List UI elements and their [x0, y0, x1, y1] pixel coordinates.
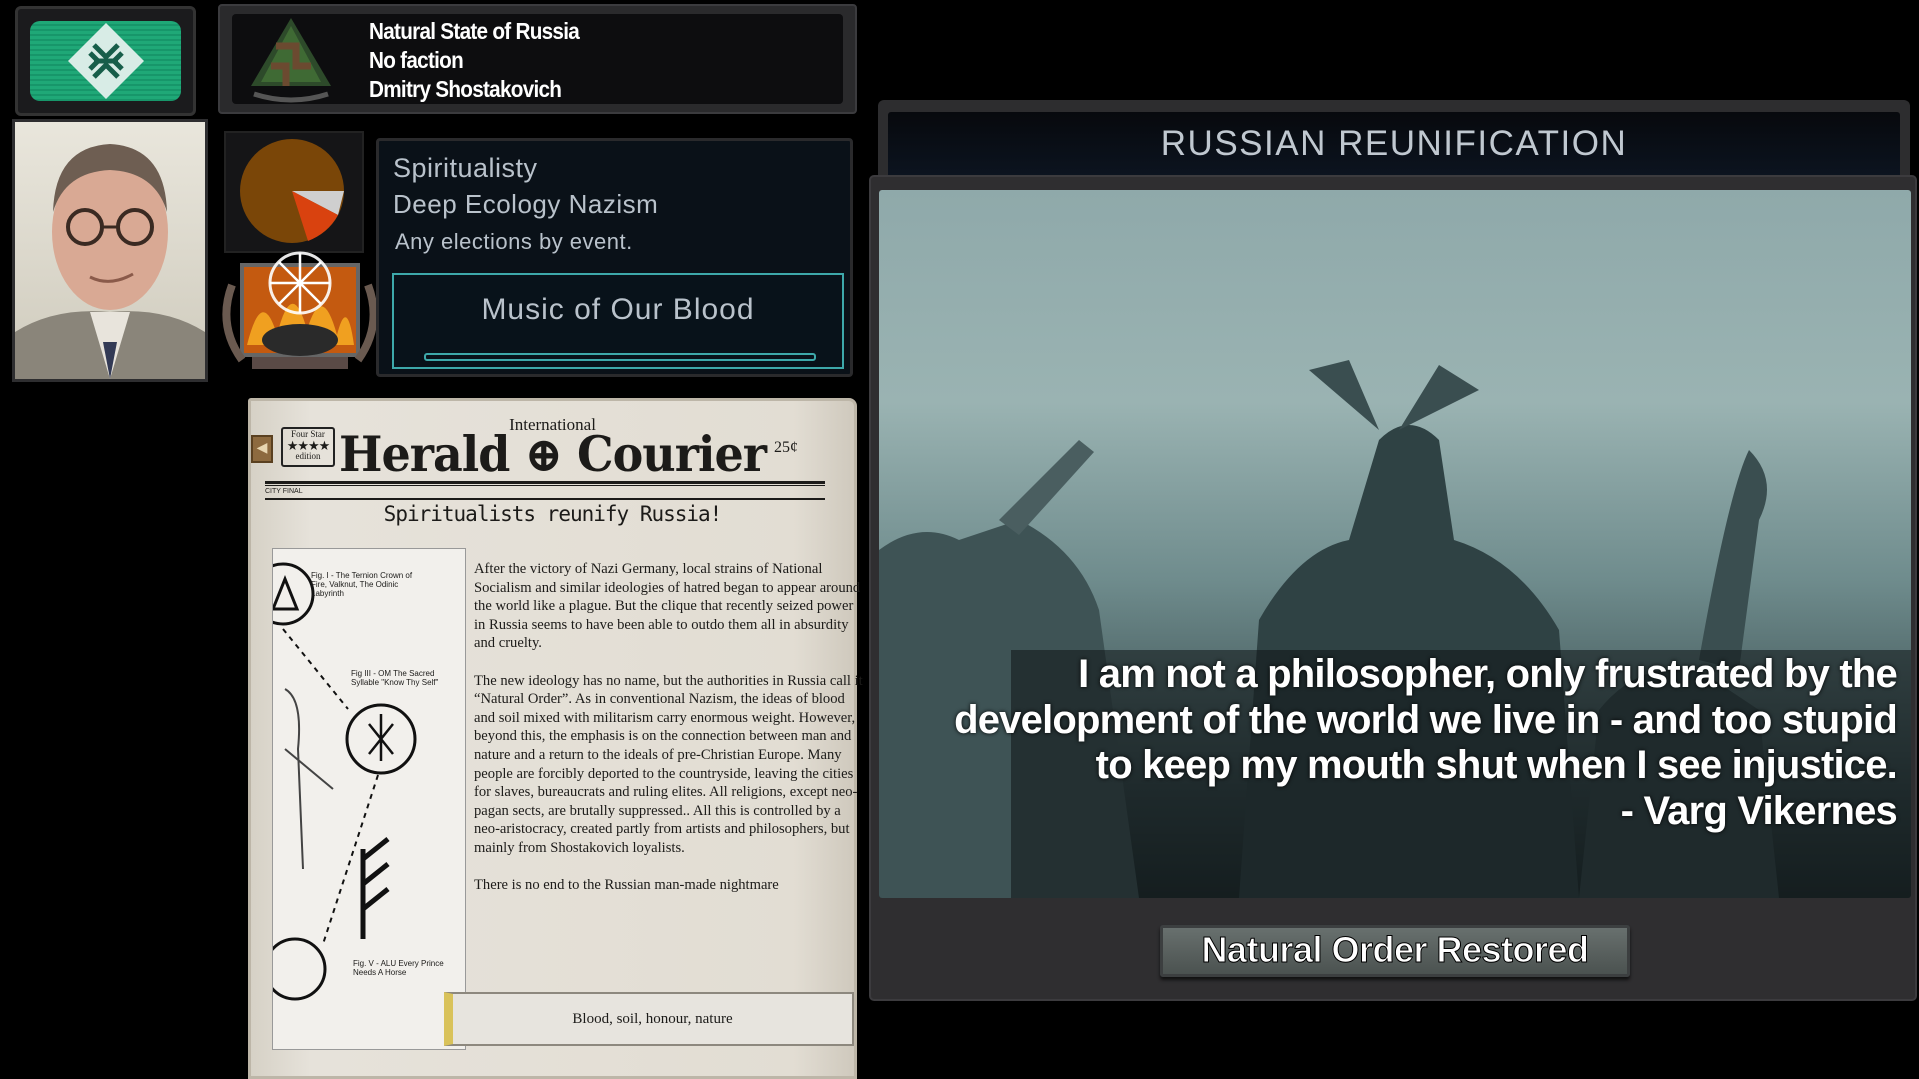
headline-rule	[265, 498, 825, 500]
event-header: RUSSIAN REUNIFICATION	[878, 100, 1910, 178]
leader-name: Dmitry Shostakovich	[369, 76, 562, 102]
national-spirit-button[interactable]: Music of Our Blood	[392, 273, 844, 369]
figure-caption-5: Fig. V - ALU Every Prince Needs A Horse	[353, 959, 444, 977]
ideology-name: Deep Ecology Nazism	[393, 189, 659, 219]
masthead-rule-thin	[265, 485, 825, 486]
party-emblem-icon	[251, 18, 331, 103]
event-quote: I am not a philosopher, only frustrated …	[954, 652, 1898, 833]
ideology-panel: Spiritualisty Deep Ecology Nazism Any el…	[376, 138, 853, 377]
party-popularity-pie[interactable]	[224, 131, 364, 253]
country-flag[interactable]	[15, 6, 196, 116]
masthead-rule	[265, 481, 825, 484]
article-body: After the victory of Nazi Germany, local…	[474, 561, 863, 894]
national-spirit-emblem[interactable]	[212, 245, 388, 375]
leader-portrait-image	[15, 144, 205, 379]
rune-illustration: Fig. I - The Ternion Crown of Fire, Valk…	[251, 548, 466, 1050]
leader-portrait[interactable]	[12, 119, 208, 382]
headline: Spiritualists reunify Russia!	[383, 502, 723, 526]
city-final: CITY FINAL	[265, 488, 303, 495]
newspaper-event: ◀ Four Star ★★★★ edition International H…	[248, 398, 863, 1079]
figure-caption-1: Fig. I - The Ternion Crown of Fire, Valk…	[311, 571, 413, 598]
event-title: RUSSIAN REUNIFICATION	[888, 112, 1900, 178]
event-picture: I am not a philosopher, only frustrated …	[879, 190, 1911, 898]
event-window: I am not a philosopher, only frustrated …	[869, 175, 1917, 1001]
election-info: Any elections by event.	[395, 229, 633, 254]
figure-caption-3: Fig III - OM The Sacred Syllable "Know T…	[351, 669, 439, 687]
rune-diamond-icon	[67, 23, 144, 99]
masthead: Herald ⊕ Courier	[339, 425, 767, 483]
fire-violin-sun-icon	[222, 251, 378, 369]
national-spirit-bar	[424, 353, 816, 361]
country-name: Natural State of Russia	[369, 18, 580, 44]
faction-name: No faction	[369, 47, 464, 73]
price: 25¢	[774, 439, 798, 456]
country-info-panel: Natural State of Russia No faction Dmitr…	[218, 4, 857, 114]
national-spirit-label: Music of Our Blood	[481, 293, 755, 326]
event-option-button[interactable]: Natural Order Restored	[1160, 925, 1630, 977]
newspaper-option-button[interactable]: Blood, soil, honour, nature	[444, 992, 854, 1046]
flag-screen	[30, 21, 181, 101]
popularity-pie-chart	[240, 139, 344, 243]
party-name: Spiritualisty	[393, 153, 538, 183]
